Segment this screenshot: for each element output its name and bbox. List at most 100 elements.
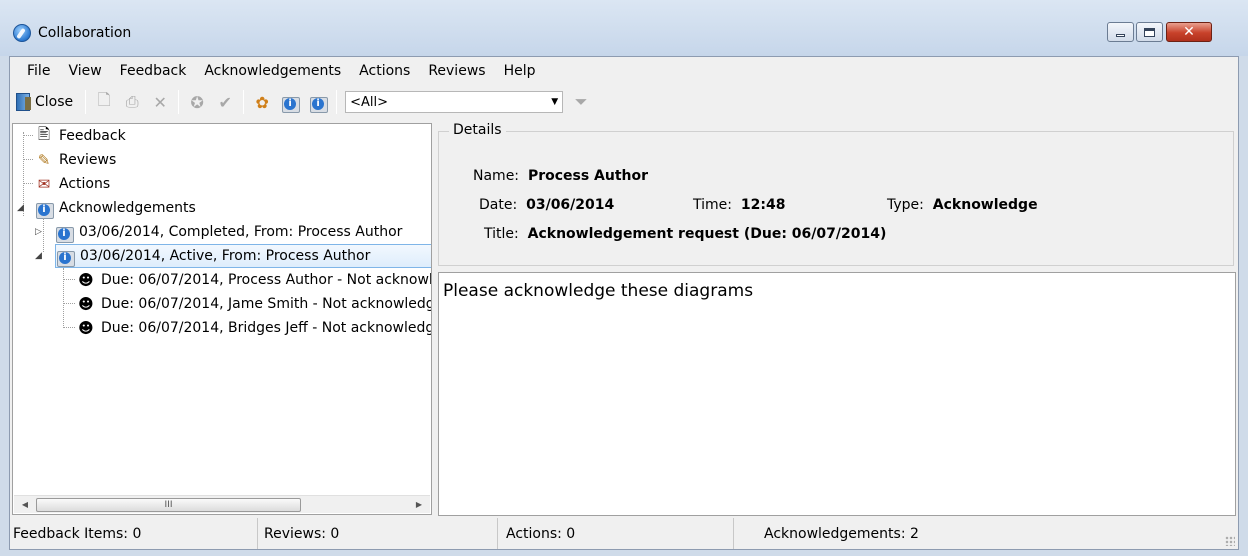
status-actions: Actions: 0 <box>498 518 734 549</box>
acknowledgement-icon <box>55 223 74 243</box>
tree-line <box>63 268 64 328</box>
date-value: 03/06/2014 <box>526 197 615 213</box>
details-legend: Details <box>449 122 506 138</box>
review-pencil-icon: ✎ <box>37 151 51 169</box>
app-icon <box>13 24 31 42</box>
title-label: Title: <box>484 226 519 242</box>
name-label: Name: <box>473 168 520 184</box>
delete-x-icon: ✕ <box>153 92 167 112</box>
message-body[interactable]: Please acknowledge these diagrams <box>438 272 1236 516</box>
delete-button[interactable]: ✕ <box>148 90 172 114</box>
new-document-button[interactable]: 🗋 <box>92 90 116 114</box>
date-label: Date: <box>479 197 518 213</box>
minimize-button[interactable] <box>1107 22 1134 42</box>
scroll-right-icon[interactable]: ▶ <box>412 498 426 512</box>
menu-bar: File View Feedback Acknowledgements Acti… <box>10 57 1238 85</box>
name-value: Process Author <box>527 168 649 184</box>
clipboard-info-icon <box>309 93 329 113</box>
tree-item-feedback[interactable]: 🖹 Feedback <box>35 124 126 148</box>
filter-button[interactable]: ⏷ <box>569 90 593 114</box>
resize-grip-icon[interactable] <box>1225 536 1235 546</box>
date-row: Date: 03/06/2014 <box>479 197 614 213</box>
window-client: File View Feedback Acknowledgements Acti… <box>9 56 1239 550</box>
expand-triangle-icon[interactable]: ▷ <box>35 227 42 237</box>
funnel-icon: ⏷ <box>574 92 588 111</box>
tree-item-acknowledgements[interactable]: Acknowledgements <box>35 196 196 220</box>
type-row: Type: Acknowledge <box>887 197 1038 213</box>
menu-acknowledgements[interactable]: Acknowledgements <box>195 63 350 79</box>
tree-item-ack-completed[interactable]: 03/06/2014, Completed, From: Process Aut… <box>55 220 402 244</box>
details-group: Details Name: Process Author Date: 03/06… <box>438 122 1234 266</box>
tree-item-due-process-author[interactable]: ☻ Due: 06/07/2014, Process Author - Not … <box>77 268 431 292</box>
menu-view[interactable]: View <box>59 63 110 79</box>
printer-icon: ⎙ <box>125 92 139 111</box>
menu-help[interactable]: Help <box>495 63 545 79</box>
status-bar: Feedback Items: 0 Reviews: 0 Actions: 0 … <box>10 518 1238 549</box>
new-acknowledgement-button[interactable] <box>278 90 302 114</box>
tree-line <box>23 135 33 136</box>
user-icon: ☻ <box>78 271 94 289</box>
tree-horizontal-scrollbar[interactable]: ◀ III ▶ <box>14 495 430 513</box>
print-button[interactable]: ⎙ <box>120 90 144 114</box>
title-bar: Collaboration ✕ <box>0 0 1248 56</box>
acknowledgement-icon <box>56 247 75 267</box>
status-feedback-items: Feedback Items: 0 <box>10 518 258 549</box>
toolbar-separator <box>243 90 245 114</box>
tree-line <box>23 159 33 160</box>
collapse-triangle-icon[interactable]: ◢ <box>17 203 24 213</box>
menu-feedback[interactable]: Feedback <box>111 63 196 79</box>
toolbar: Close 🗋 ⎙ ✕ ✪ ✔ ✿ <All> ▼ ⏷ <box>10 85 1238 119</box>
tree-line <box>63 279 75 280</box>
name-row: Name: Process Author <box>473 168 648 184</box>
status-reviews: Reviews: 0 <box>258 518 498 549</box>
close-tool-button[interactable]: Close <box>16 90 79 114</box>
title-row: Title: Acknowledgement request (Due: 06/… <box>484 226 886 242</box>
time-label: Time: <box>693 197 732 213</box>
type-label: Type: <box>887 197 924 213</box>
close-icon: ✕ <box>1183 24 1195 40</box>
toolbar-separator <box>336 90 338 114</box>
status-acknowledgements: Acknowledgements: 2 <box>764 525 919 542</box>
checkmark-icon: ✔ <box>218 92 232 112</box>
collapse-triangle-icon[interactable]: ◢ <box>35 251 42 261</box>
user-icon: ☻ <box>78 295 94 313</box>
collaboration-tree[interactable]: 🖹 Feedback ✎ Reviews ✉ Actions ◢ Acknowl… <box>12 123 432 515</box>
tree-line <box>43 218 44 252</box>
acknowledgement-clipboard-button[interactable] <box>306 90 330 114</box>
minimize-icon <box>1116 33 1125 37</box>
tree-item-due-bridges-jeff[interactable]: ☻ Due: 06/07/2014, Bridges Jeff - Not ac… <box>77 316 431 340</box>
menu-reviews[interactable]: Reviews <box>419 63 494 79</box>
reply-button[interactable]: ✪ <box>185 90 209 114</box>
actions-icon: ✉ <box>37 175 51 193</box>
filter-value: <All> <box>350 94 389 110</box>
tree-item-due-jame-smith[interactable]: ☻ Due: 06/07/2014, Jame Smith - Not ackn… <box>77 292 431 316</box>
time-row: Time: 12:48 <box>693 197 785 213</box>
tree-item-reviews[interactable]: ✎ Reviews <box>35 148 117 172</box>
tree-line <box>23 183 33 184</box>
acknowledgement-icon <box>281 93 301 113</box>
scroll-left-icon[interactable]: ◀ <box>18 498 32 512</box>
maximize-button[interactable] <box>1136 22 1163 42</box>
exit-door-icon <box>16 93 31 111</box>
chevron-down-icon: ▼ <box>551 97 559 107</box>
scroll-thumb[interactable]: III <box>36 498 301 512</box>
users-button[interactable]: ✿ <box>250 90 274 114</box>
people-icon: ✪ <box>190 92 204 112</box>
document-icon: 🖹 <box>37 124 51 143</box>
filter-dropdown[interactable]: <All> ▼ <box>345 91 564 113</box>
new-document-icon: 🗋 <box>97 89 111 109</box>
title-value: Acknowledgement request (Due: 06/07/2014… <box>527 226 887 242</box>
maximize-icon <box>1144 27 1155 37</box>
window-title: Collaboration <box>38 25 132 41</box>
tree-line <box>63 327 75 328</box>
tree-item-actions[interactable]: ✉ Actions <box>35 172 110 196</box>
menu-actions[interactable]: Actions <box>350 63 419 79</box>
menu-file[interactable]: File <box>18 63 59 79</box>
approve-button[interactable]: ✔ <box>213 90 237 114</box>
user-icon: ☻ <box>78 319 94 337</box>
users-group-icon: ✿ <box>255 92 269 112</box>
type-value: Acknowledge <box>932 197 1038 213</box>
close-window-button[interactable]: ✕ <box>1166 22 1212 42</box>
tree-item-ack-active[interactable]: 03/06/2014, Active, From: Process Author <box>55 244 431 268</box>
acknowledgement-icon <box>35 199 54 219</box>
